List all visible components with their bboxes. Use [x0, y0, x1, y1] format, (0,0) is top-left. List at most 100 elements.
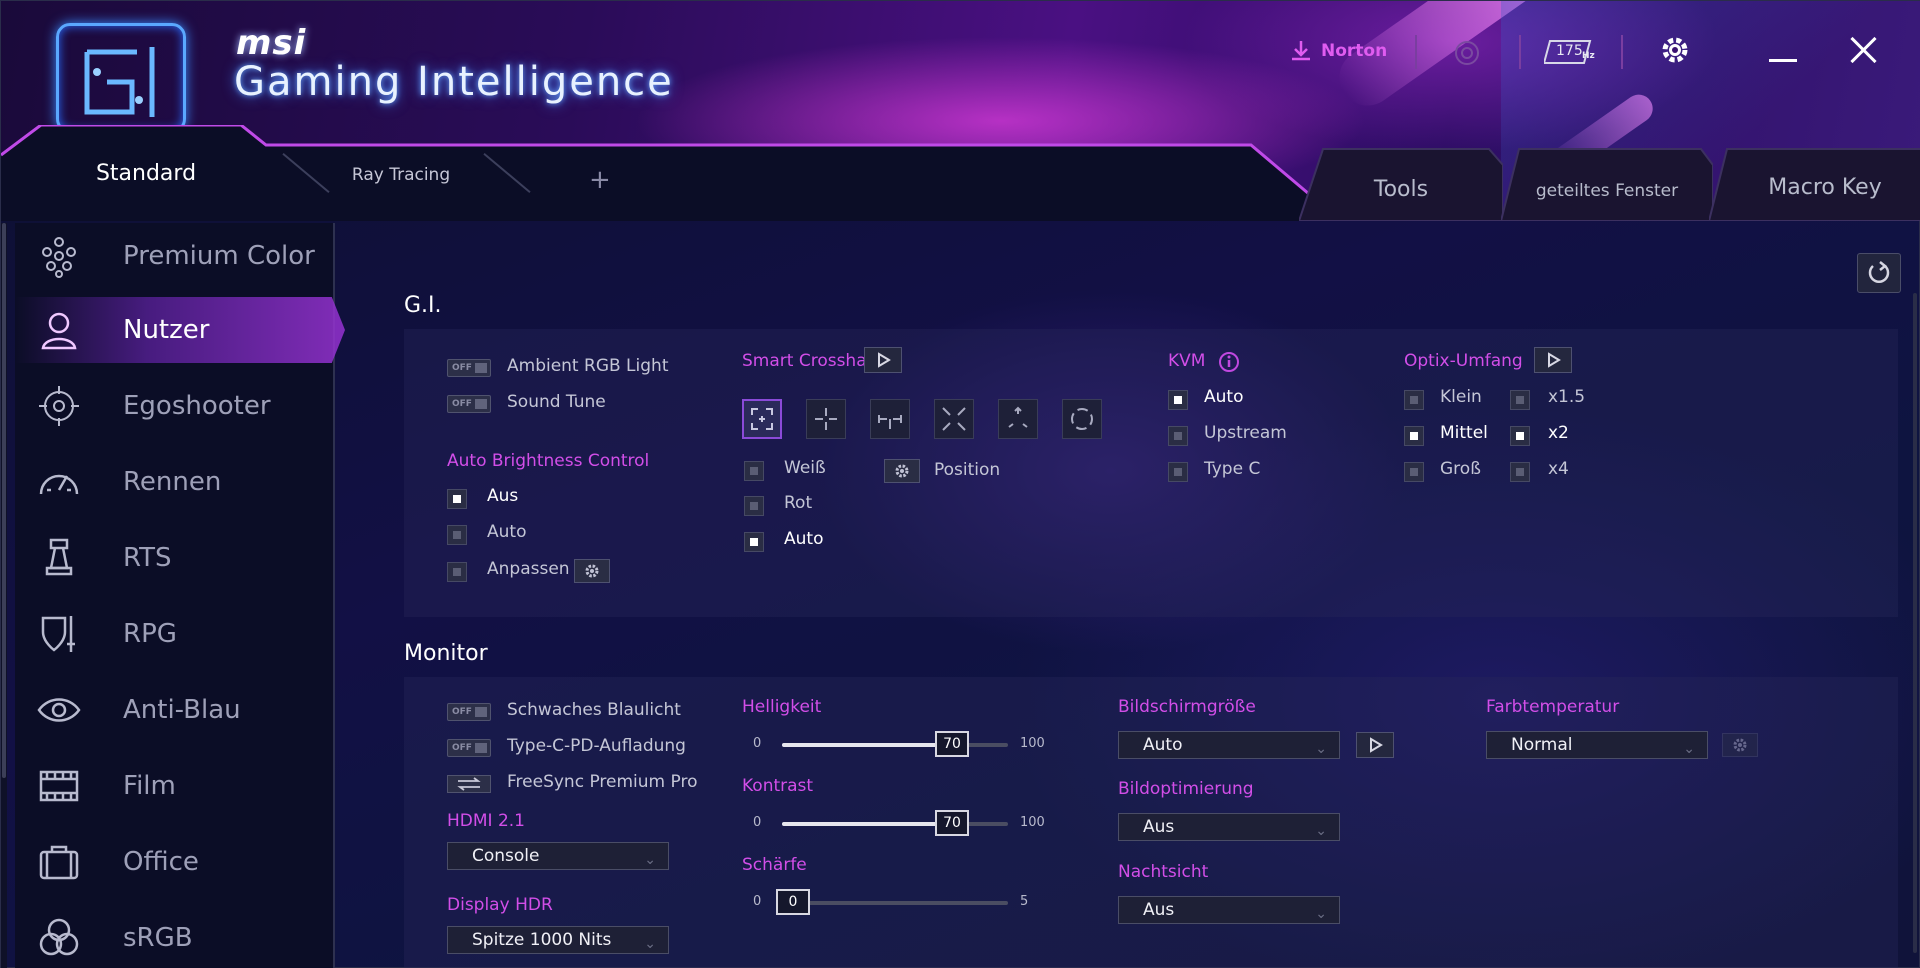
color-temp-select[interactable]: Normal ⌄ [1486, 731, 1708, 759]
crosshair-style-6[interactable] [1062, 399, 1102, 439]
brightness-max: 100 [1020, 736, 1045, 751]
screen-size-value: Auto [1143, 735, 1183, 755]
tab-tools[interactable]: Tools [1299, 145, 1503, 221]
abc-anpassen-label: Anpassen [487, 559, 570, 579]
optix-x4-checkbox[interactable] [1510, 462, 1530, 482]
abc-auto-checkbox[interactable] [447, 525, 467, 545]
optix-x15-label: x1.5 [1548, 387, 1586, 407]
sharpness-max: 5 [1020, 894, 1029, 909]
main-scrollbar[interactable] [1913, 293, 1917, 953]
crosshair-auto-checkbox[interactable] [744, 532, 764, 552]
sidebar-item-rts[interactable]: RTS [15, 525, 345, 591]
sidebar-item-label: Anti-Blau [123, 695, 241, 725]
sharpness-slider-thumb[interactable]: 0 [776, 889, 810, 915]
kvm-typec-checkbox[interactable] [1168, 462, 1188, 482]
sidebar-item-premium-color[interactable]: Premium Color [15, 223, 345, 289]
play-icon [1370, 737, 1383, 753]
optix-x15-checkbox[interactable] [1510, 390, 1530, 410]
sidebar-item-label: Office [123, 847, 199, 877]
optix-klein-checkbox[interactable] [1404, 390, 1424, 410]
tab-macro-key-label: Macro Key [1768, 174, 1882, 200]
abc-settings-button[interactable] [574, 559, 610, 583]
close-button[interactable] [1849, 35, 1879, 65]
tab-split-window[interactable]: geteiltes Fenster [1501, 145, 1713, 221]
night-vision-select[interactable]: Aus ⌄ [1118, 896, 1340, 924]
crosshair-weiss-checkbox[interactable] [744, 461, 764, 481]
download-icon [1292, 41, 1310, 61]
crosshair-bracket-icon [751, 408, 773, 430]
optix-mittel-checkbox[interactable] [1404, 426, 1424, 446]
kvm-auto-checkbox[interactable] [1168, 390, 1188, 410]
norton-download-button[interactable]: Norton [1289, 37, 1387, 65]
sound-tune-toggle[interactable]: OFF [447, 395, 491, 413]
crosshair-style-2[interactable] [806, 399, 846, 439]
screen-size-select[interactable]: Auto ⌄ [1118, 731, 1340, 759]
brightness-slider-thumb[interactable]: 70 [935, 731, 969, 757]
freesync-toggle[interactable] [447, 775, 491, 793]
sidebar-item-anti-blau[interactable]: Anti-Blau [15, 677, 345, 743]
tab-ray-tracing[interactable]: Ray Tracing [301, 165, 501, 185]
color-temp-settings-button[interactable] [1722, 733, 1758, 757]
contrast-slider-thumb[interactable]: 70 [935, 810, 969, 836]
sidebar-item-office[interactable]: Office [15, 829, 345, 895]
crosshair-style-3[interactable] [870, 399, 910, 439]
section-title-monitor: Monitor [404, 641, 488, 666]
sidebar-item-label: Rennen [123, 467, 222, 497]
crosshair-style-4[interactable] [934, 399, 974, 439]
tab-split-window-label: geteiltes Fenster [1535, 181, 1679, 201]
settings-gear-icon[interactable] [1658, 33, 1692, 67]
sidebar-item-rpg[interactable]: RPG [15, 601, 345, 667]
abc-anpassen-checkbox[interactable] [447, 562, 467, 582]
speedometer-icon [39, 474, 79, 495]
main-panel: G.I. OFF Ambient RGB Light OFF Sound Tun… [339, 223, 1920, 968]
add-tab-button[interactable]: + [589, 165, 611, 195]
sidebar-scrollbar[interactable] [1, 223, 7, 968]
play-icon [878, 352, 891, 368]
info-icon[interactable] [1218, 351, 1240, 373]
tab-tools-label: Tools [1373, 176, 1429, 202]
sidebar-scroll-thumb[interactable] [2, 223, 6, 778]
crosshair-style-1[interactable] [742, 399, 782, 439]
sidebar-item-film[interactable]: Film [15, 753, 345, 819]
sidebar-item-egoshooter[interactable]: Egoshooter [15, 373, 345, 439]
optix-x2-checkbox[interactable] [1510, 426, 1530, 446]
minimize-button[interactable] [1769, 59, 1797, 62]
optix-mittel-label: Mittel [1440, 423, 1488, 443]
reset-button[interactable] [1857, 253, 1901, 293]
sidebar-item-srgb[interactable]: sRGB [15, 905, 345, 968]
crosshair-rot-checkbox[interactable] [744, 496, 764, 516]
crosshair-style-5[interactable] [998, 399, 1038, 439]
sound-tune-label: Sound Tune [507, 392, 606, 412]
typec-pd-toggle[interactable]: OFF [447, 739, 491, 757]
abc-aus-checkbox[interactable] [447, 489, 467, 509]
ambient-rgb-toggle[interactable]: OFF [447, 359, 491, 377]
contrast-title: Kontrast [742, 776, 814, 796]
freesync-label: FreeSync Premium Pro [507, 772, 698, 792]
optix-title: Optix-Umfang [1404, 351, 1523, 371]
hdmi-select[interactable]: Console ⌄ [447, 842, 669, 870]
sharpness-slider-track[interactable] [782, 901, 1008, 905]
sidebar-item-label: Film [123, 771, 176, 801]
image-optimization-select[interactable]: Aus ⌄ [1118, 813, 1340, 841]
sidebar: Premium Color Nutzer Egoshooter Rennen R… [15, 223, 345, 968]
optix-gross-checkbox[interactable] [1404, 462, 1424, 482]
low-blue-light-toggle[interactable]: OFF [447, 703, 491, 721]
tab-standard[interactable]: Standard [1, 125, 291, 221]
image-optimization-title: Bildoptimierung [1118, 779, 1254, 799]
user-icon [41, 312, 77, 350]
divider [1415, 35, 1417, 69]
sidebar-item-rennen[interactable]: Rennen [15, 449, 345, 515]
chevron-down-icon: ⌄ [644, 936, 656, 952]
kvm-upstream-checkbox[interactable] [1168, 426, 1188, 446]
crosshair-position-button[interactable] [884, 459, 920, 483]
display-hdr-select[interactable]: Spitze 1000 Nits ⌄ [447, 926, 669, 954]
mystic-light-icon[interactable] [1453, 39, 1481, 67]
screen-size-play-button[interactable] [1356, 732, 1394, 758]
image-optimization-value: Aus [1143, 817, 1175, 837]
optix-play-button[interactable] [1534, 347, 1572, 373]
sidebar-item-nutzer[interactable]: Nutzer [15, 297, 345, 363]
brightness-slider-fill [782, 743, 940, 747]
tab-macro-key[interactable]: Macro Key [1709, 145, 1920, 221]
crosshair-play-button[interactable] [864, 347, 902, 373]
color-temp-title: Farbtemperatur [1486, 697, 1620, 717]
